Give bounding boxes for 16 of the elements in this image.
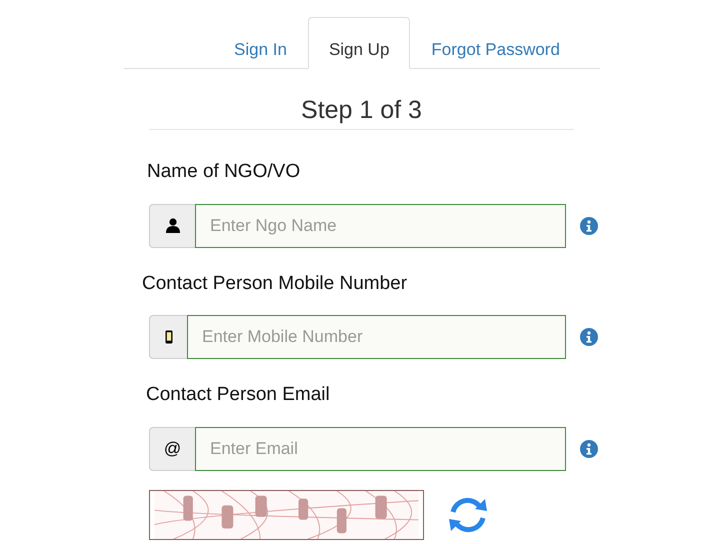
input-field[interactable]: Enter Email — [195, 426, 566, 470]
step-heading: Step 1 of 3 — [149, 95, 574, 130]
user-icon — [166, 218, 180, 233]
phone-icon — [164, 330, 172, 344]
input-addon: @ — [149, 426, 195, 470]
field-label: Name of NGO/VO — [146, 160, 302, 184]
info-icon[interactable] — [580, 328, 598, 346]
tab[interactable]: Sign In — [213, 17, 308, 69]
tab[interactable]: Sign Up — [308, 17, 410, 69]
input-field[interactable]: Enter Ngo Name — [195, 204, 566, 248]
info-icon[interactable] — [580, 440, 598, 458]
field-label: Contact Person Email — [145, 383, 331, 407]
tab[interactable]: Forgot Password — [410, 17, 581, 69]
info-icon[interactable] — [580, 216, 598, 234]
input-field[interactable]: Enter Mobile Number — [187, 315, 566, 359]
field-label: Contact Person Mobile Number — [141, 272, 408, 296]
